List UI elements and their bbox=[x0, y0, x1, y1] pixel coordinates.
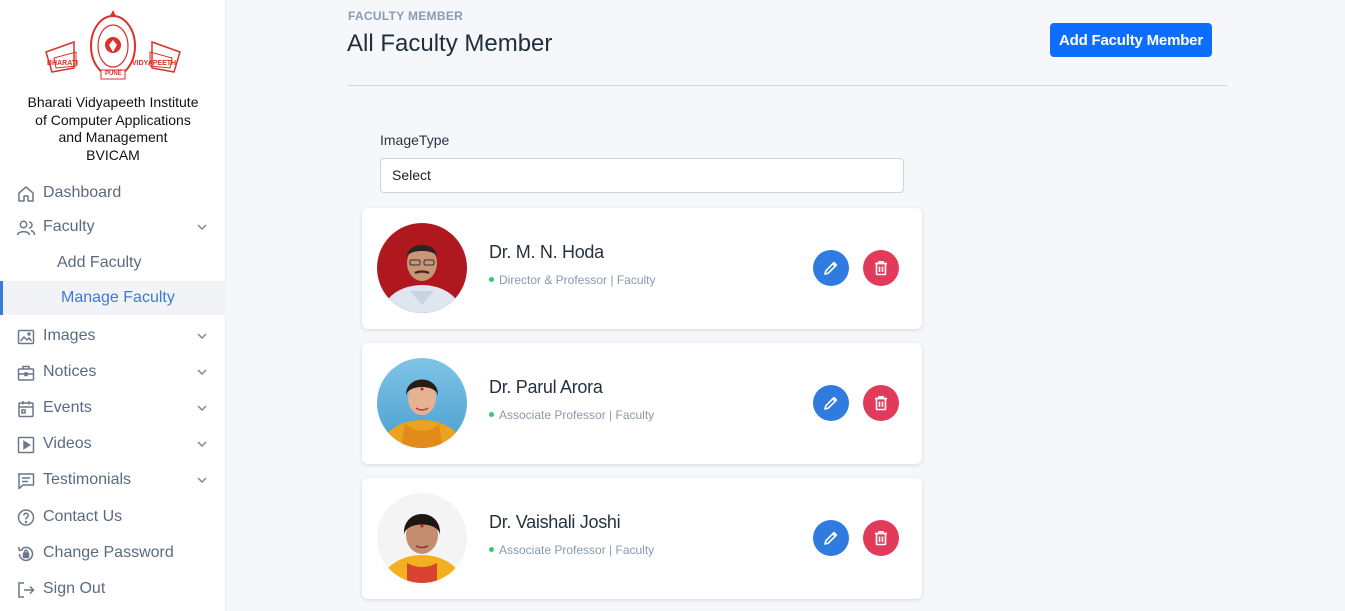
help-icon bbox=[17, 509, 35, 526]
logo-text-right: VIDYAPEETH bbox=[132, 60, 177, 67]
sign-out-icon bbox=[18, 582, 35, 598]
status-dot bbox=[489, 412, 494, 418]
sidebar-item-label: Events bbox=[43, 399, 92, 416]
sidebar-item-testimonials[interactable]: Testimonials bbox=[0, 463, 226, 497]
faculty-name: Dr. M. N. Hoda bbox=[489, 242, 604, 262]
page-title: All Faculty Member bbox=[347, 30, 553, 57]
sidebar-item-label: Testimonials bbox=[43, 471, 132, 488]
faculty-role-text: Director & Professor | Faculty bbox=[499, 273, 656, 287]
sidebar-item-label: Images bbox=[43, 327, 96, 344]
image-icon bbox=[17, 329, 35, 345]
sidebar-item-label: Change Password bbox=[43, 544, 174, 561]
chevron-down-icon bbox=[197, 477, 207, 483]
status-dot bbox=[489, 277, 494, 283]
sidebar-item-label: Dashboard bbox=[43, 184, 122, 201]
sidebar-item-videos[interactable]: Videos bbox=[0, 427, 226, 461]
faculty-avatar bbox=[377, 358, 467, 448]
faculty-name: Dr. Parul Arora bbox=[489, 377, 603, 397]
add-faculty-member-button[interactable]: Add Faculty Member bbox=[1050, 23, 1212, 57]
sidebar-item-dashboard[interactable]: Dashboard bbox=[0, 176, 226, 210]
sidebar-item-change-password[interactable]: Change Password bbox=[0, 536, 226, 570]
sidebar-subitem-manage-faculty[interactable]: Manage Faculty bbox=[0, 281, 226, 315]
faculty-role: Director & Professor | Faculty bbox=[489, 273, 656, 287]
logo-text-bottom: PUNE bbox=[105, 71, 122, 77]
chevron-down-icon bbox=[197, 441, 207, 447]
sidebar-item-faculty[interactable]: Faculty bbox=[0, 210, 226, 244]
image-type-select[interactable]: Select bbox=[380, 158, 904, 193]
trash-icon bbox=[875, 531, 887, 546]
faculty-role: Associate Professor | Faculty bbox=[489, 543, 654, 557]
faculty-avatar bbox=[377, 223, 467, 313]
institute-name-line: and Management bbox=[58, 129, 168, 145]
sidebar-item-label: Videos bbox=[43, 435, 92, 452]
faculty-role: Associate Professor | Faculty bbox=[489, 408, 654, 422]
edit-button[interactable] bbox=[813, 385, 849, 421]
pencil-icon bbox=[824, 531, 838, 545]
message-icon bbox=[17, 473, 35, 490]
users-icon bbox=[16, 220, 36, 236]
delete-button[interactable] bbox=[863, 520, 899, 556]
pencil-icon bbox=[824, 261, 838, 275]
institute-name-line: BVICAM bbox=[86, 146, 140, 163]
page-eyebrow: FACULTY MEMBER bbox=[348, 9, 464, 23]
sidebar-item-events[interactable]: Events bbox=[0, 391, 226, 425]
faculty-role-text: Associate Professor | Faculty bbox=[499, 408, 655, 422]
sidebar-item-label: Contact Us bbox=[43, 508, 123, 525]
faculty-card: Dr. Vaishali Joshi Associate Professor |… bbox=[362, 478, 922, 599]
pencil-icon bbox=[824, 396, 838, 410]
status-dot bbox=[489, 547, 494, 553]
chevron-down-icon bbox=[197, 405, 207, 411]
chevron-down-icon bbox=[197, 224, 207, 230]
trash-icon bbox=[875, 396, 887, 411]
delete-button[interactable] bbox=[863, 250, 899, 286]
sidebar-item-label: Notices bbox=[43, 363, 97, 380]
faculty-avatar bbox=[377, 493, 467, 583]
home-icon bbox=[18, 186, 34, 202]
header-divider bbox=[347, 85, 1227, 86]
faculty-card: Dr. M. N. Hoda Director & Professor | Fa… bbox=[362, 208, 922, 329]
calendar-icon bbox=[18, 401, 34, 418]
sidebar: BHARATI VIDYAPEETH PUNE Bharati Vidyapee… bbox=[0, 0, 226, 611]
faculty-name: Dr. Vaishali Joshi bbox=[489, 512, 621, 532]
sidebar-item-sign-out[interactable]: Sign Out bbox=[0, 572, 226, 606]
delete-button[interactable] bbox=[863, 385, 899, 421]
sidebar-subitem-add-faculty[interactable]: Add Faculty bbox=[0, 246, 226, 280]
faculty-role-text: Associate Professor | Faculty bbox=[499, 543, 655, 557]
institute-name: Bharati Vidyapeeth Institute of Computer… bbox=[8, 94, 218, 164]
briefcase-icon bbox=[17, 365, 35, 381]
logo-text-left: BHARATI bbox=[47, 60, 78, 67]
sidebar-item-notices[interactable]: Notices bbox=[0, 355, 226, 389]
lock-reset-icon bbox=[17, 546, 34, 562]
sidebar-item-contact-us[interactable]: Contact Us bbox=[0, 500, 226, 534]
sidebar-item-label: Faculty bbox=[43, 218, 95, 235]
image-type-label: ImageType bbox=[380, 132, 450, 148]
chevron-down-icon bbox=[197, 369, 207, 375]
sidebar-item-label: Manage Faculty bbox=[61, 289, 175, 306]
institute-name-line: of Computer Applications bbox=[35, 111, 191, 128]
sidebar-item-label: Sign Out bbox=[43, 580, 106, 597]
edit-button[interactable] bbox=[813, 520, 849, 556]
institute-name-line: Bharati Vidyapeeth Institute bbox=[27, 94, 199, 110]
sidebar-item-images[interactable]: Images bbox=[0, 319, 226, 353]
sidebar-item-label: Add Faculty bbox=[57, 254, 142, 271]
video-icon bbox=[17, 436, 35, 454]
active-indicator bbox=[0, 281, 3, 315]
faculty-card: Dr. Parul Arora Associate Professor | Fa… bbox=[362, 343, 922, 464]
edit-button[interactable] bbox=[813, 250, 849, 286]
institute-logo: BHARATI VIDYAPEETH PUNE bbox=[44, 8, 182, 86]
trash-icon bbox=[875, 261, 887, 276]
chevron-down-icon bbox=[197, 333, 207, 339]
